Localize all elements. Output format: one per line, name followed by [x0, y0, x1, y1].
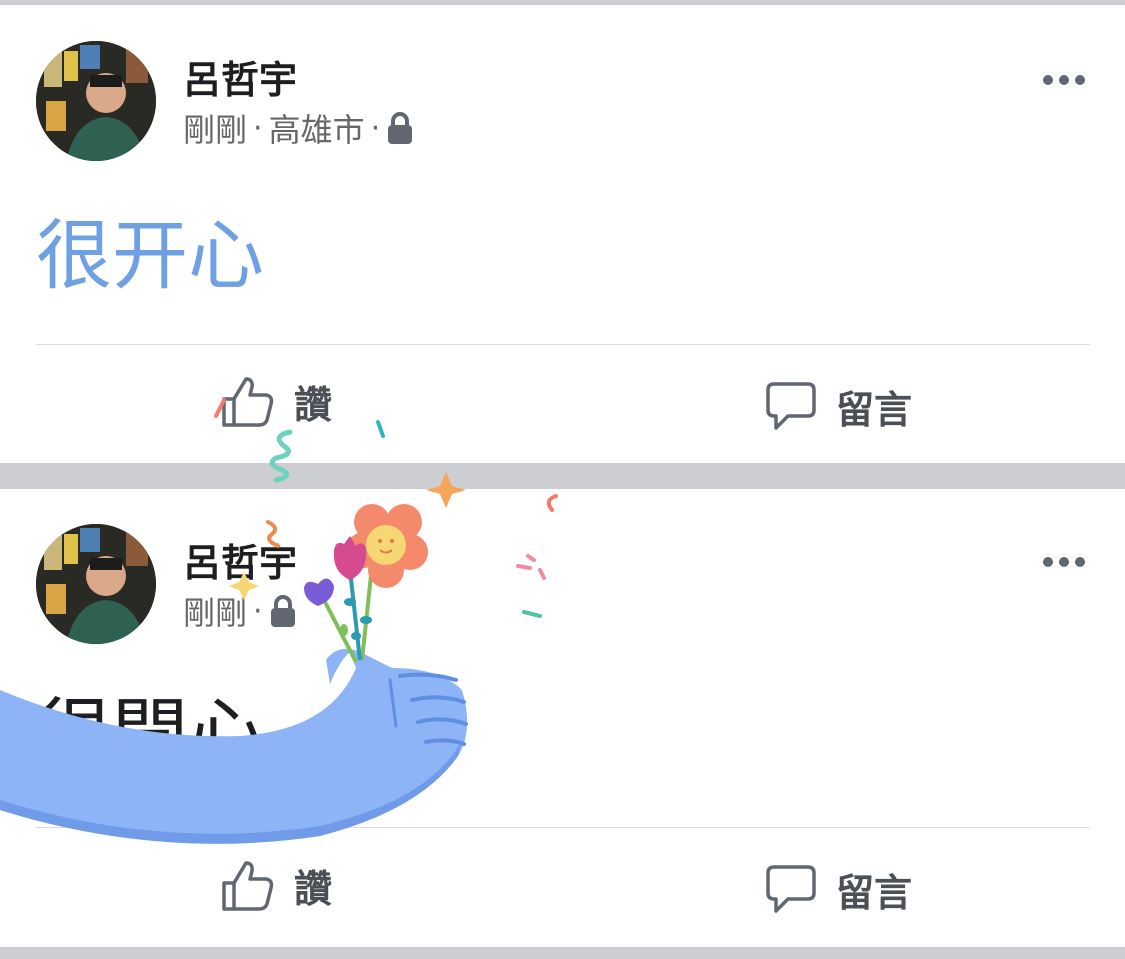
- comment-label: 留言: [836, 871, 913, 915]
- comment-icon: [766, 864, 816, 913]
- meta-dot: ·: [370, 110, 381, 146]
- post-time[interactable]: 剛剛: [183, 105, 247, 151]
- feed-separator-bottom: [0, 947, 1125, 959]
- comment-button[interactable]: 留言: [764, 862, 912, 917]
- lock-icon[interactable]: [269, 594, 297, 628]
- dot: [1043, 557, 1053, 567]
- action-divider: [36, 827, 1090, 828]
- like-label: 讚: [294, 382, 333, 427]
- meta-dot: ·: [253, 110, 263, 146]
- author-name[interactable]: 呂哲宇: [183, 49, 297, 104]
- post-meta: 剛剛 · 高雄市 ·: [183, 105, 414, 151]
- avatar-image: [36, 524, 156, 644]
- dot: [1059, 75, 1069, 85]
- like-button[interactable]: 讚: [220, 857, 332, 913]
- thumbs-up-icon: [222, 377, 274, 427]
- more-options-icon[interactable]: [1043, 557, 1085, 567]
- avatar-image: [36, 41, 156, 161]
- avatar[interactable]: [36, 41, 156, 161]
- author-name[interactable]: 呂哲宇: [183, 532, 297, 587]
- post-text: 很开心: [36, 211, 264, 300]
- post-location[interactable]: 高雄市: [269, 105, 365, 151]
- comment-icon: [766, 381, 816, 430]
- post-text: 很開心: [36, 689, 264, 778]
- lock-icon[interactable]: [386, 111, 414, 145]
- post-card: 呂哲宇 剛剛 · 高雄市 · 很开心 讚 留言: [0, 5, 1125, 463]
- post-time[interactable]: 剛剛: [183, 588, 247, 634]
- dot: [1075, 557, 1085, 567]
- post-card: 呂哲宇 剛剛 · 很開心 讚 留言: [0, 489, 1125, 947]
- action-divider: [36, 344, 1090, 345]
- comment-button[interactable]: 留言: [764, 379, 912, 434]
- dot: [1059, 557, 1069, 567]
- dot: [1043, 75, 1053, 85]
- meta-dot: ·: [253, 593, 263, 629]
- like-button[interactable]: 讚: [220, 373, 332, 429]
- dot: [1075, 75, 1085, 85]
- avatar[interactable]: [36, 524, 156, 644]
- post-meta: 剛剛 ·: [183, 588, 297, 634]
- more-options-icon[interactable]: [1043, 75, 1085, 85]
- comment-label: 留言: [836, 388, 913, 432]
- like-label: 讚: [294, 866, 333, 911]
- feed-separator-middle: [0, 463, 1125, 489]
- thumbs-up-icon: [222, 861, 274, 911]
